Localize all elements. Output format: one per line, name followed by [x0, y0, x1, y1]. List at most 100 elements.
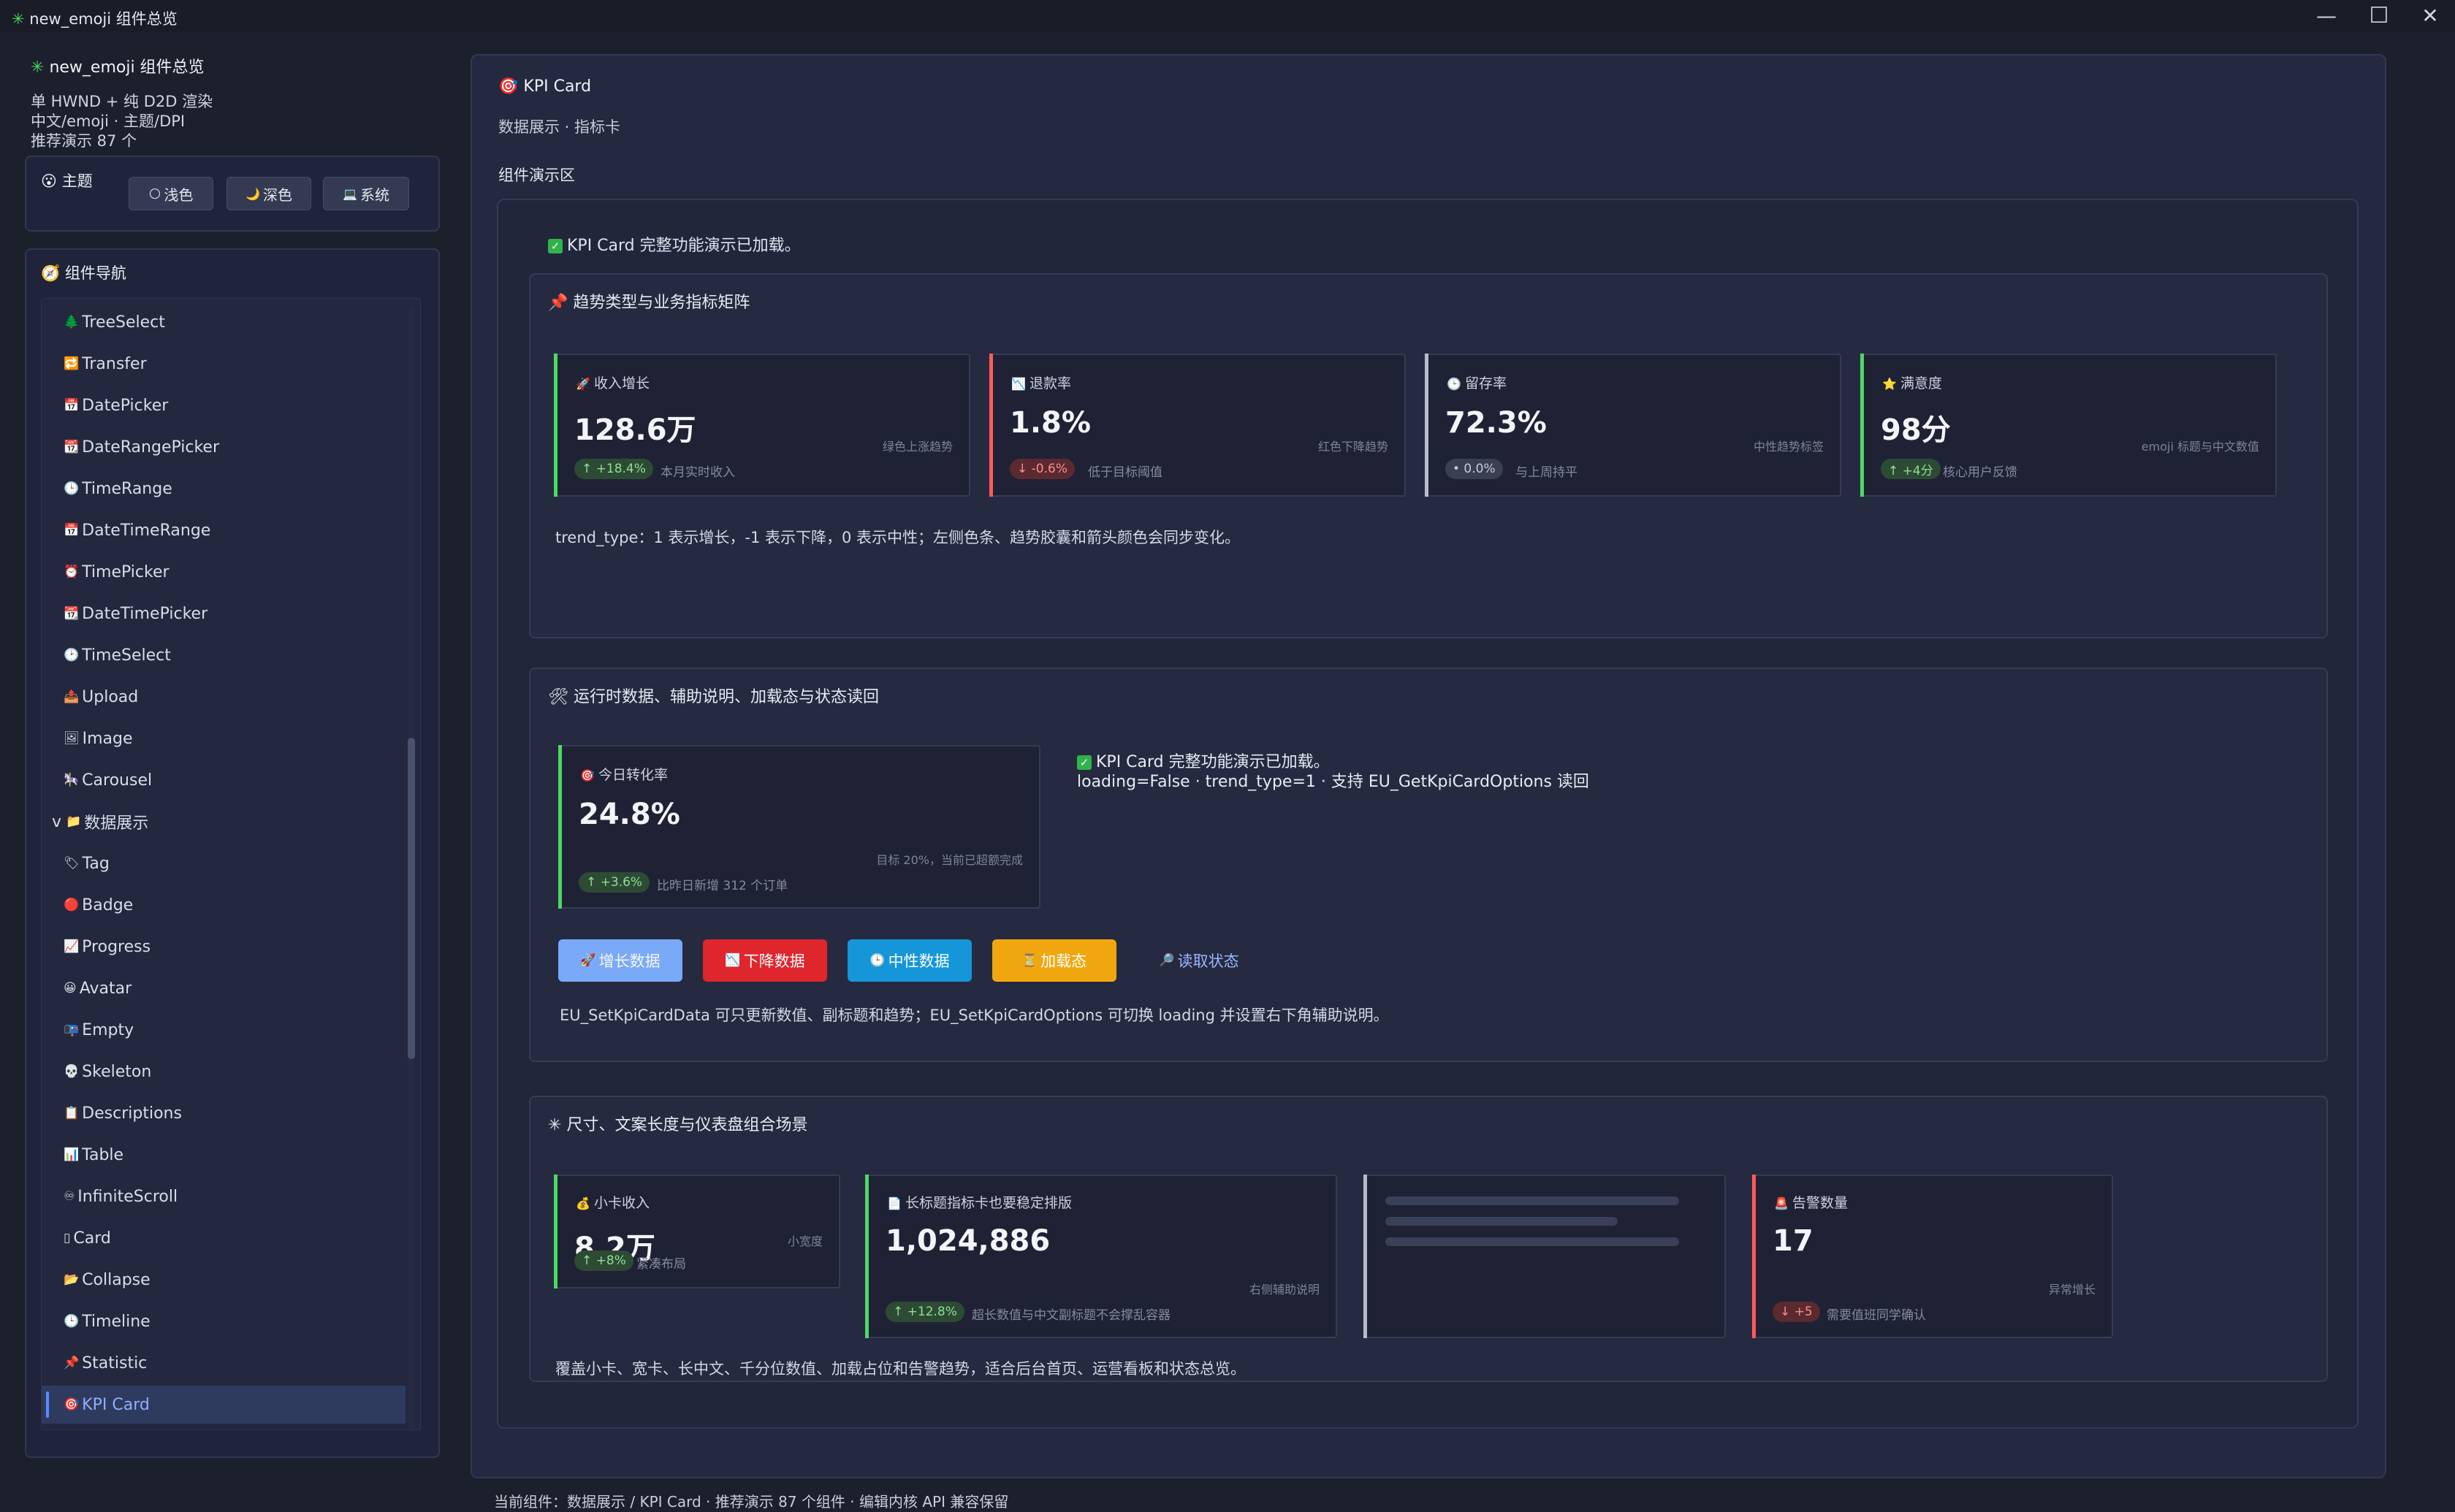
action-button-4[interactable]: ⏳ 加载态 [992, 939, 1116, 982]
nav-item-timepicker[interactable]: ⏰ TimePicker [42, 553, 406, 591]
nav-item-infinitescroll[interactable]: ♾ InfiniteScroll [42, 1177, 406, 1215]
nav-item-label: Statistic [82, 1353, 148, 1372]
compass-icon: 🧭 [41, 264, 61, 282]
kpi-card: 📄 长标题指标卡也要稳定排版 1,024,886 右侧辅助说明 ↑ +12.8% 超长数… [865, 1175, 1337, 1338]
nav-item-label: TimePicker [82, 562, 170, 581]
button-label: 中性数据 [888, 952, 950, 970]
kpi-card: ⭐ 满意度 98分 emoji 标题与中文数值 ↑ +4分 核心用户反馈 [1860, 354, 2277, 497]
nav-item-timeselect[interactable]: 🕑 TimeSelect [42, 636, 406, 674]
nav-item-数据展示[interactable]: v 📁 数据展示 [42, 803, 406, 841]
kpi-hint: 目标 20%，当前已超额完成 [876, 853, 1023, 867]
nav-item-descriptions[interactable]: 📋 Descriptions [42, 1094, 406, 1132]
close-button[interactable]: ✕ [2405, 0, 2455, 32]
kpi-description: 与上周持平 [1515, 465, 1577, 480]
kpi-description: 本月实时收入 [661, 465, 735, 480]
nav-item-collapse[interactable]: 📂 Collapse [42, 1261, 406, 1299]
status-bar: 当前组件：数据展示 / KPI Card · 推荐演示 87 个组件 · 编辑内… [494, 1493, 1009, 1511]
kpi-title: 🕒 留存率 [1447, 375, 1507, 392]
nav-item-datepicker[interactable]: 📅 DatePicker [42, 386, 406, 424]
nav-item-treeselect[interactable]: 🌲 TreeSelect [42, 303, 406, 341]
kpi-title-icon: 📉 [1011, 377, 1030, 391]
nav-item-icon: 🖼 [64, 731, 80, 746]
action-button-1[interactable]: 🚀 增长数据 [558, 939, 682, 982]
nav-item-timeline[interactable]: 🕒 Timeline [42, 1302, 406, 1340]
theme-dark-button[interactable]: 🌙 深色 [227, 177, 311, 210]
nav-item-label: InfiniteScroll [77, 1187, 178, 1206]
nav-item-label: TreeSelect [82, 313, 165, 332]
trend-color-bar [989, 354, 993, 497]
theme-light-button[interactable]: 🌕 浅色 [129, 177, 213, 210]
nav-item-avatar[interactable]: 😀 Avatar [42, 969, 406, 1007]
trend-color-bar [554, 1175, 557, 1288]
laptop-icon: 💻 [343, 186, 357, 201]
nav-item-label: Tag [82, 854, 110, 873]
maximize-button[interactable]: ☐ [2354, 0, 2404, 32]
nav-item-icon: 🔴 [64, 898, 80, 912]
nav-item-upload[interactable]: 📤 Upload [42, 678, 406, 716]
nav-item-label: Card [73, 1229, 111, 1248]
nav-item-datetimepicker[interactable]: 📆 DateTimePicker [42, 595, 406, 633]
kpi-title-icon: 🚨 [1774, 1196, 1793, 1210]
nav-item-datetimerange[interactable]: 📅 DateTimeRange [42, 511, 406, 549]
minimize-button[interactable]: — [2302, 0, 2351, 32]
nav-item-label: 数据展示 [84, 814, 149, 833]
nav-item-progress[interactable]: 📈 Progress [42, 928, 406, 966]
status-readout: ✓ KPI Card 完整功能演示已加载。 loading=False · tre… [1077, 753, 1589, 791]
nav-item-label: Upload [82, 687, 139, 706]
nav-item-skeleton[interactable]: 💀 Skeleton [42, 1053, 406, 1091]
kpi-value: 128.6万 [574, 413, 696, 447]
nav-item-label: DateTimePicker [82, 604, 208, 623]
window-title: ✳ new_emoji 组件总览 [12, 10, 178, 28]
nav-label: 🧭 组件导航 [41, 264, 126, 282]
nav-item-icon: 🔁 [64, 356, 80, 371]
nav-item-icon: 📤 [64, 690, 80, 704]
check-icon: ✓ [548, 239, 563, 253]
trend-color-bar [558, 745, 562, 909]
action-button-5[interactable]: 🔎 读取状态 [1137, 939, 1261, 982]
face-icon: 😮 [41, 172, 57, 190]
nav-item-label: DateRangePicker [82, 438, 220, 457]
nav-item-empty[interactable]: 📭 Empty [42, 1011, 406, 1049]
button-label: 下降数据 [743, 952, 805, 970]
theme-label: 😮 主题 [41, 172, 93, 190]
app-icon: ✳ [12, 10, 25, 28]
nav-item-daterangepicker[interactable]: 📆 DateRangePicker [42, 428, 406, 466]
nav-item-timerange[interactable]: 🕒 TimeRange [42, 470, 406, 508]
check-icon: ✓ [1077, 755, 1092, 770]
theme-system-button[interactable]: 💻 系统 [323, 177, 409, 210]
kpi-hint: 小宽度 [787, 1234, 823, 1248]
action-button-2[interactable]: 📉 下降数据 [703, 939, 827, 982]
nav-item-icon: 📆 [64, 606, 80, 621]
kpi-value: 98分 [1881, 413, 1951, 447]
nav-item-badge[interactable]: 🔴 Badge [42, 886, 406, 924]
component-nav-list[interactable]: 🌲 TreeSelect 🔁 Transfer 📅 DatePicker 📆 DateRang… [41, 298, 421, 1430]
demo-area-label: 组件演示区 [498, 167, 575, 184]
trend-color-bar [1363, 1175, 1367, 1338]
kpi-hint: 绿色上涨趋势 [882, 440, 953, 454]
nav-item-table[interactable]: 📊 Table [42, 1136, 406, 1174]
nav-item-label: Empty [82, 1020, 134, 1039]
nav-item-statistic[interactable]: 📌 Statistic [42, 1344, 406, 1382]
tools-icon: 🛠 [548, 688, 568, 706]
kpi-value: 72.3% [1445, 406, 1547, 440]
kpi-description: 超长数值与中文副标题不会撑乱容器 [972, 1308, 1171, 1323]
nav-item-icon: 🏷 [64, 856, 80, 871]
kpi-title-icon: 📄 [887, 1196, 906, 1210]
nav-item-icon: 📆 [64, 440, 80, 454]
kpi-hint: 右侧辅助说明 [1249, 1283, 1320, 1297]
nav-item-transfer[interactable]: 🔁 Transfer [42, 345, 406, 383]
nav-item-label: TimeSelect [82, 646, 171, 665]
nav-scrollbar-thumb[interactable] [408, 738, 415, 1059]
nav-item-card[interactable]: ▯ Card [42, 1219, 406, 1257]
kpi-title: ⭐ 满意度 [1882, 375, 1943, 392]
kpi-value: 17 [1773, 1224, 1813, 1258]
kpi-description: 紧凑布局 [636, 1257, 686, 1272]
action-button-3[interactable]: 🕒 中性数据 [848, 939, 972, 982]
nav-item-icon: 🎯 [64, 1397, 80, 1412]
nav-item-image[interactable]: 🖼 Image [42, 719, 406, 757]
nav-item-kpi-card[interactable]: 🎯 KPI Card [42, 1386, 406, 1424]
nav-item-icon: 📈 [64, 939, 80, 954]
nav-item-carousel[interactable]: 🎠 Carousel [42, 761, 406, 799]
nav-item-tag[interactable]: 🏷 Tag [42, 844, 406, 882]
sparkle-icon: ✳ [548, 1116, 562, 1134]
